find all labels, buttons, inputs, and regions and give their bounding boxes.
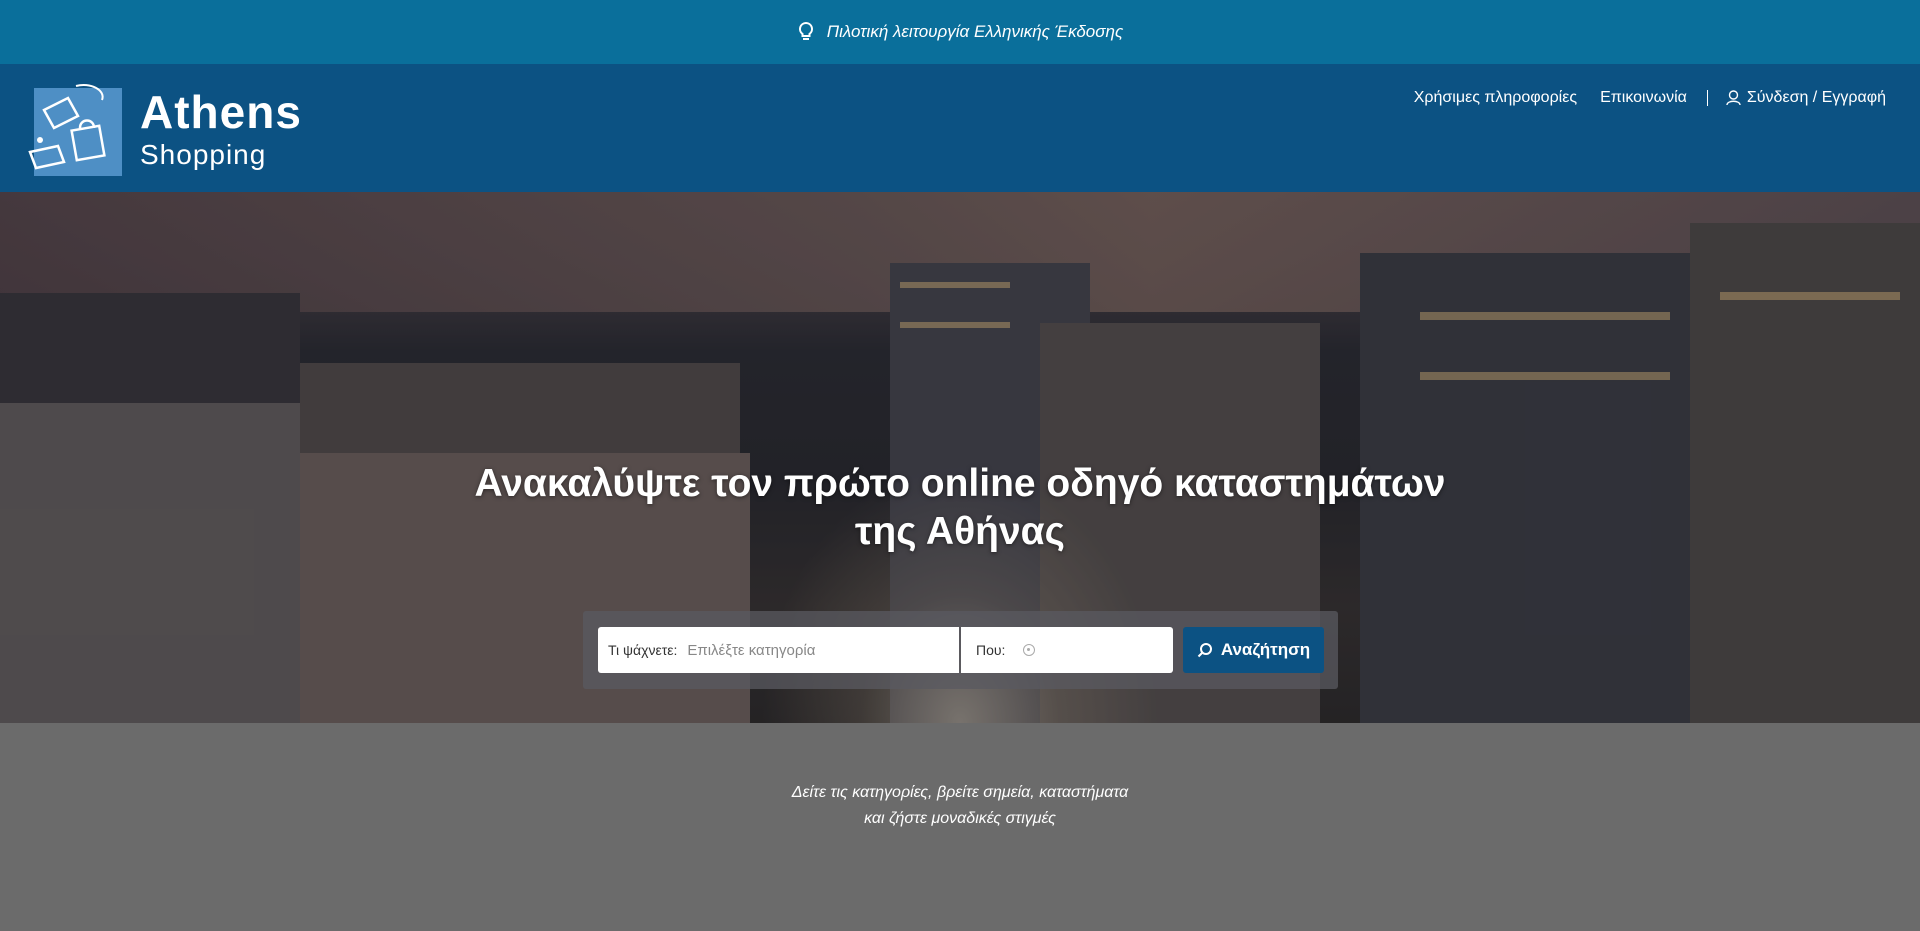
login-register-label: Σύνδεση / Εγγραφή — [1746, 89, 1886, 106]
search-icon — [1197, 643, 1212, 658]
tagline-line2: και ζήστε μοναδικές στιγμές — [864, 810, 1056, 827]
main-nav: Χρήσιμες πληροφορίες Επικοινωνία Σύνδεση… — [1414, 89, 1886, 107]
location-field[interactable]: Που: — [961, 627, 1173, 673]
login-register-link[interactable]: Σύνδεση / Εγγραφή — [1726, 89, 1886, 107]
hero-headline: Ανακαλύψτε τον πρώτο online οδηγό καταστ… — [0, 460, 1920, 556]
tagline-line1: Δείτε τις κατηγορίες, βρείτε σημεία, κατ… — [791, 784, 1129, 801]
search-button[interactable]: Αναζήτηση — [1183, 627, 1324, 673]
category-field[interactable]: Τι ψάχνετε: Επιλέξτε κατηγορία — [598, 627, 959, 673]
hero-headline-line1: Ανακαλύψτε τον πρώτο online οδηγό καταστ… — [474, 462, 1446, 505]
site-logo[interactable]: Athens Shopping — [26, 80, 302, 178]
location-label: Που: — [976, 642, 1006, 658]
nav-contact[interactable]: Επικοινωνία — [1600, 89, 1687, 107]
tagline: Δείτε τις κατηγορίες, βρείτε σημεία, κατ… — [0, 780, 1920, 832]
shopping-bags-logo-icon — [28, 84, 122, 176]
search-form: Τι ψάχνετε: Επιλέξτε κατηγορία Που: Αναζ… — [583, 611, 1338, 689]
announcement-bar: Πιλοτική λειτουργία Ελληνικής Έκδοσης — [0, 0, 1920, 64]
user-icon — [1726, 90, 1741, 106]
search-button-label: Αναζήτηση — [1220, 640, 1311, 659]
category-select[interactable]: Επιλέξτε κατηγορία — [687, 642, 815, 659]
location-target-icon[interactable] — [1023, 644, 1036, 656]
category-label: Τι ψάχνετε: — [608, 642, 678, 658]
nav-useful-info[interactable]: Χρήσιμες πληροφορίες — [1414, 89, 1577, 107]
nav-divider — [1706, 90, 1708, 106]
lightbulb-icon — [798, 21, 813, 40]
announcement-text: Πιλοτική λειτουργία Ελληνικής Έκδοσης — [826, 22, 1124, 41]
site-header: Athens Shopping Χρήσιμες πληροφορίες Επι… — [0, 64, 1920, 192]
logo-title: Athens — [140, 86, 302, 138]
hero-headline-line2: της Αθήνας — [855, 510, 1065, 553]
logo-subtitle: Shopping — [140, 139, 267, 170]
